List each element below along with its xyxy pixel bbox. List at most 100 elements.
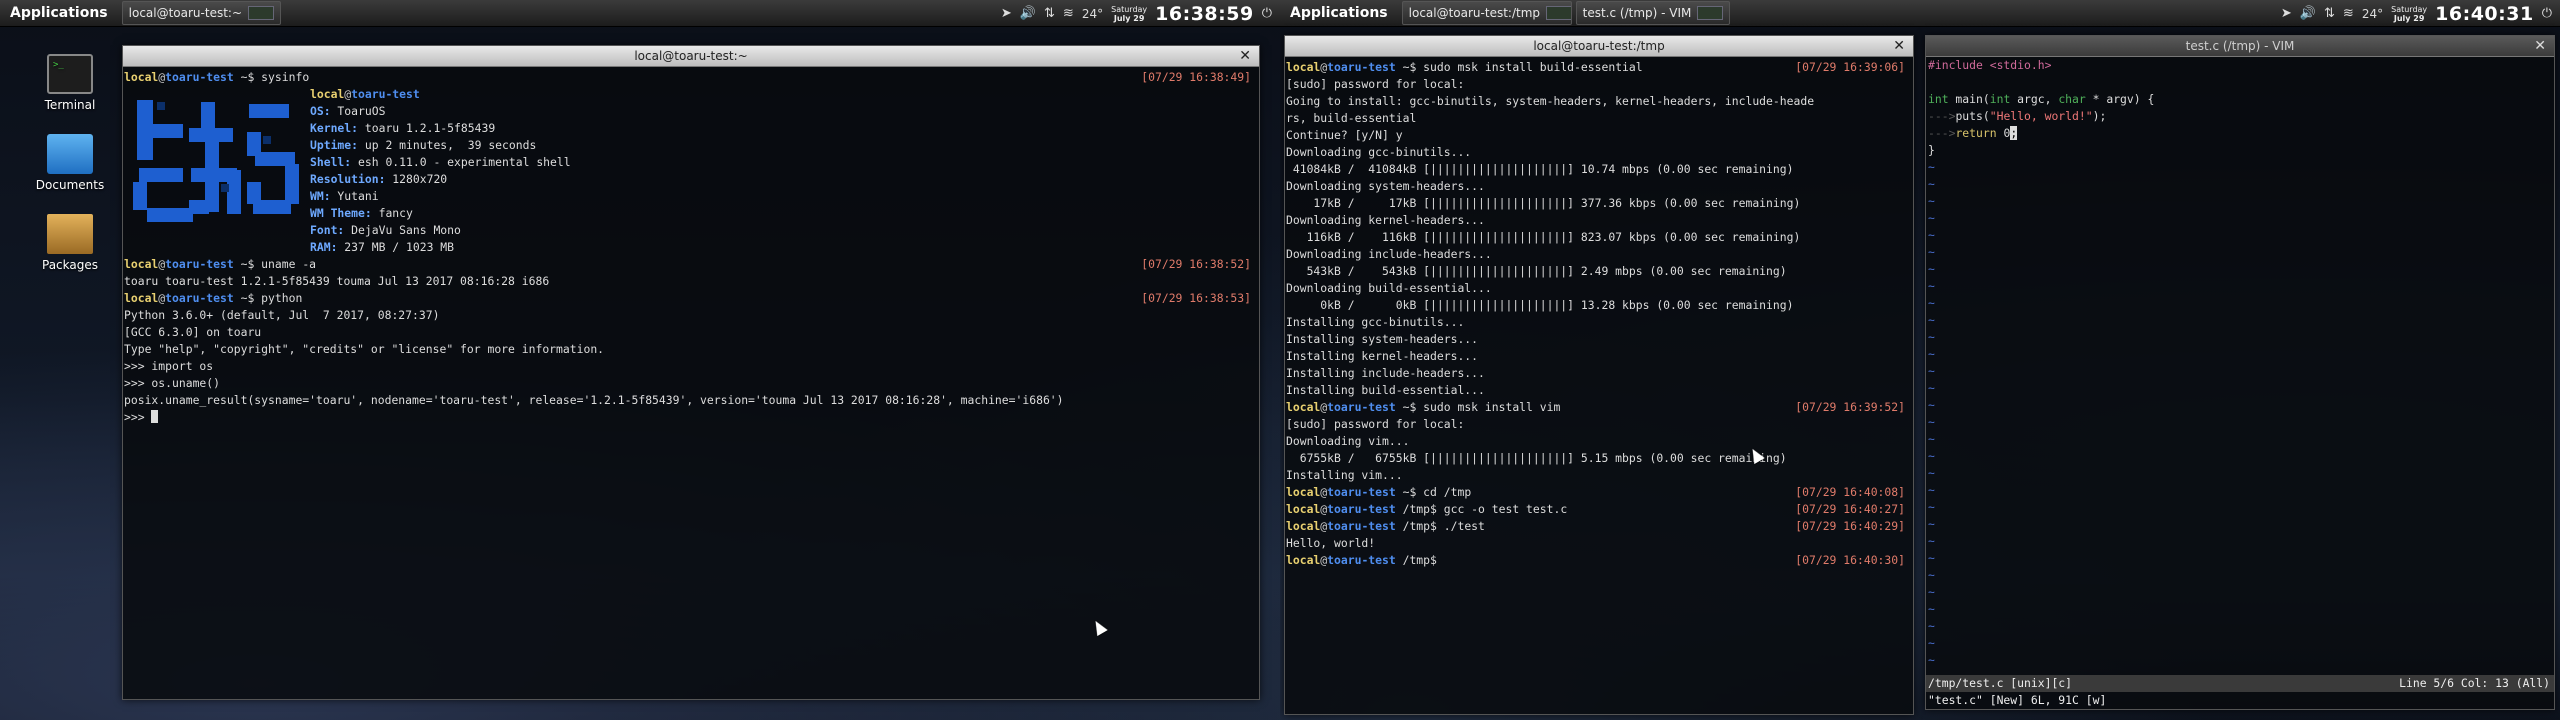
- vim-empty-line: ~: [1928, 228, 1935, 242]
- prompt-line: local@toaru-test /tmp$ gcc -o test test.…: [1286, 502, 1905, 516]
- date-day: Saturday: [2391, 4, 2428, 14]
- terminal-window-home[interactable]: local@toaru-test:~ ✕ local@toaru-test ~$…: [122, 45, 1260, 700]
- vim-empty-line: ~: [1928, 653, 1935, 667]
- window-title: test.c (/tmp) - VIM: [2185, 39, 2295, 53]
- sysinfo-row: Resolution: 1280x720: [310, 172, 448, 186]
- vim-empty-line: ~: [1928, 432, 1935, 446]
- window-titlebar[interactable]: local@toaru-test:~ ✕: [123, 46, 1259, 67]
- desktop-icon-terminal[interactable]: Terminal: [30, 54, 110, 112]
- vim-empty-line: ~: [1928, 398, 1935, 412]
- prompt-line: local@toaru-test ~$ sudo msk install bui…: [1286, 60, 1905, 74]
- vim-empty-line: ~: [1928, 551, 1935, 565]
- output-line: 17kB / 17kB [||||||||||||||||||||] 377.3…: [1286, 196, 1801, 210]
- output-line: Downloading build-essential...: [1286, 281, 1492, 295]
- desktop-icon-documents[interactable]: Documents: [30, 134, 110, 192]
- vim-window[interactable]: test.c (/tmp) - VIM ✕ #include <stdio.h>…: [1925, 35, 2555, 710]
- network-icon[interactable]: ⇅: [1044, 6, 1055, 21]
- code-line: }: [1928, 143, 1935, 157]
- right-screen: Applications local@toaru-test:/tmp test.…: [1280, 0, 2560, 720]
- window-titlebar[interactable]: test.c (/tmp) - VIM ✕: [1926, 36, 2554, 57]
- sysinfo-row: RAM: 237 MB / 1023 MB: [310, 240, 455, 254]
- taskbar-item-vim[interactable]: test.c (/tmp) - VIM: [1575, 1, 1731, 25]
- sysinfo-row: WM: Yutani: [310, 189, 379, 203]
- sysinfo-row: Shell: esh 0.11.0 - experimental shell: [310, 155, 571, 169]
- output-line: Installing kernel-headers...: [1286, 349, 1479, 363]
- network-icon[interactable]: ⇅: [2324, 6, 2335, 21]
- vim-editor[interactable]: #include <stdio.h> int main(int argc, ch…: [1926, 57, 2554, 709]
- output-line: 6755kB / 6755kB [||||||||||||||||||||] 5…: [1286, 451, 1787, 465]
- weather-temperature: 24°: [2361, 6, 2384, 21]
- terminal-content[interactable]: local@toaru-test ~$ sysinfo [07/29 16:38:…: [123, 67, 1259, 426]
- close-icon[interactable]: ✕: [2534, 36, 2546, 57]
- toaru-logo-icon: [133, 100, 299, 222]
- left-screen: Applications local@toaru-test:~ ➤ 🔊 ⇅ ≋ …: [0, 0, 1280, 720]
- terminal-thumbnail-icon: [248, 6, 275, 20]
- vim-empty-line: ~: [1928, 449, 1935, 463]
- system-tray: ➤ 🔊 ⇅ ≋ 24° Saturday July 29 16:40:31 ⏻: [2281, 0, 2552, 27]
- terminal-icon: [47, 54, 93, 94]
- weather-icon[interactable]: ≋: [2343, 6, 2354, 21]
- vim-empty-line: ~: [1928, 347, 1935, 361]
- pointer-icon[interactable]: ➤: [1001, 6, 1012, 21]
- output-line: Hello, world!: [1286, 536, 1376, 550]
- taskbar-item-terminal[interactable]: local@toaru-test:~: [121, 1, 282, 25]
- date-month-day: July 29: [2393, 13, 2425, 23]
- vim-empty-line: ~: [1928, 262, 1935, 276]
- folder-icon: [47, 134, 93, 174]
- prompt-line: local@toaru-test ~$ cd /tmp [07/29 16:40:…: [1286, 485, 1905, 499]
- desktop-icon-packages[interactable]: Packages: [30, 214, 110, 272]
- power-icon[interactable]: ⏻: [2542, 6, 2552, 21]
- sysinfo-row: Kernel: toaru 1.2.1-5f85439: [310, 121, 496, 135]
- terminal-content[interactable]: local@toaru-test ~$ sudo msk install bui…: [1285, 57, 1913, 569]
- weather-temperature: 24°: [1081, 6, 1104, 21]
- output-line: Installing gcc-binutils...: [1286, 315, 1465, 329]
- terminal-thumbnail-icon: [1546, 6, 1571, 20]
- applications-menu[interactable]: Applications: [1280, 0, 1398, 27]
- sysinfo-header: local@toaru-test: [310, 87, 420, 101]
- vim-thumbnail-icon: [1697, 6, 1724, 20]
- vim-empty-line: ~: [1928, 381, 1935, 395]
- code-line: --->puts("Hello, world!");: [1928, 109, 2107, 123]
- close-icon[interactable]: ✕: [1239, 46, 1251, 67]
- top-panel: Applications local@toaru-test:~ ➤ 🔊 ⇅ ≋ …: [0, 0, 1280, 27]
- output-line: Installing system-headers...: [1286, 332, 1479, 346]
- vim-empty-line: ~: [1928, 330, 1935, 344]
- python-prompt-line[interactable]: >>>: [123, 409, 1259, 426]
- vim-empty-line: ~: [1928, 636, 1935, 650]
- taskbar-item-title: test.c (/tmp) - VIM: [1582, 6, 1692, 20]
- vim-empty-line: ~: [1928, 211, 1935, 225]
- sysinfo-list: local@toaru-test OS: ToaruOS Kernel: toar…: [309, 86, 571, 256]
- vim-empty-line: ~: [1928, 466, 1935, 480]
- volume-icon[interactable]: 🔊: [1020, 6, 1036, 21]
- code-line: int main(int argc, char * argv) {: [1928, 92, 2155, 106]
- vim-empty-line: ~: [1928, 534, 1935, 548]
- output-line: Downloading kernel-headers...: [1286, 213, 1485, 227]
- power-icon[interactable]: ⏻: [1262, 6, 1272, 21]
- terminal-window-tmp[interactable]: local@toaru-test:/tmp ✕ local@toaru-test…: [1284, 35, 1914, 715]
- vim-empty-line: ~: [1928, 177, 1935, 191]
- python-output-line: Python 3.6.0+ (default, Jul 7 2017, 08:2…: [124, 308, 440, 322]
- applications-menu[interactable]: Applications: [0, 0, 118, 27]
- taskbar-item-terminal[interactable]: local@toaru-test:/tmp: [1401, 1, 1572, 25]
- output-line: 41084kB / 41084kB [||||||||||||||||||||]…: [1286, 162, 1794, 176]
- close-icon[interactable]: ✕: [1893, 36, 1905, 57]
- taskbar-item-title: local@toaru-test:~: [128, 6, 243, 20]
- vim-empty-line: ~: [1928, 279, 1935, 293]
- desktop-icon-label: Terminal: [44, 98, 96, 112]
- prompt-line[interactable]: local@toaru-test /tmp$ [07/29 16:40:30]: [1285, 552, 1913, 569]
- vim-command-line[interactable]: "test.c" [New] 6L, 91C [w]: [1926, 692, 2554, 709]
- window-titlebar[interactable]: local@toaru-test:/tmp ✕: [1285, 36, 1913, 57]
- vim-empty-line: ~: [1928, 160, 1935, 174]
- window-title: local@toaru-test:~: [634, 49, 748, 63]
- weather-icon[interactable]: ≋: [1063, 6, 1074, 21]
- date-display[interactable]: Saturday July 29: [1111, 5, 1147, 23]
- vim-empty-line: ~: [1928, 415, 1935, 429]
- desktop-icon-label: Documents: [35, 178, 105, 192]
- volume-icon[interactable]: 🔊: [2300, 6, 2316, 21]
- date-display[interactable]: Saturday July 29: [2391, 5, 2427, 23]
- system-tray: ➤ 🔊 ⇅ ≋ 24° Saturday July 29 16:38:59 ⏻: [1001, 0, 1272, 27]
- sysinfo-row: Font: DejaVu Sans Mono: [310, 223, 461, 237]
- pointer-icon[interactable]: ➤: [2281, 6, 2292, 21]
- sysinfo-row: OS: ToaruOS: [310, 104, 386, 118]
